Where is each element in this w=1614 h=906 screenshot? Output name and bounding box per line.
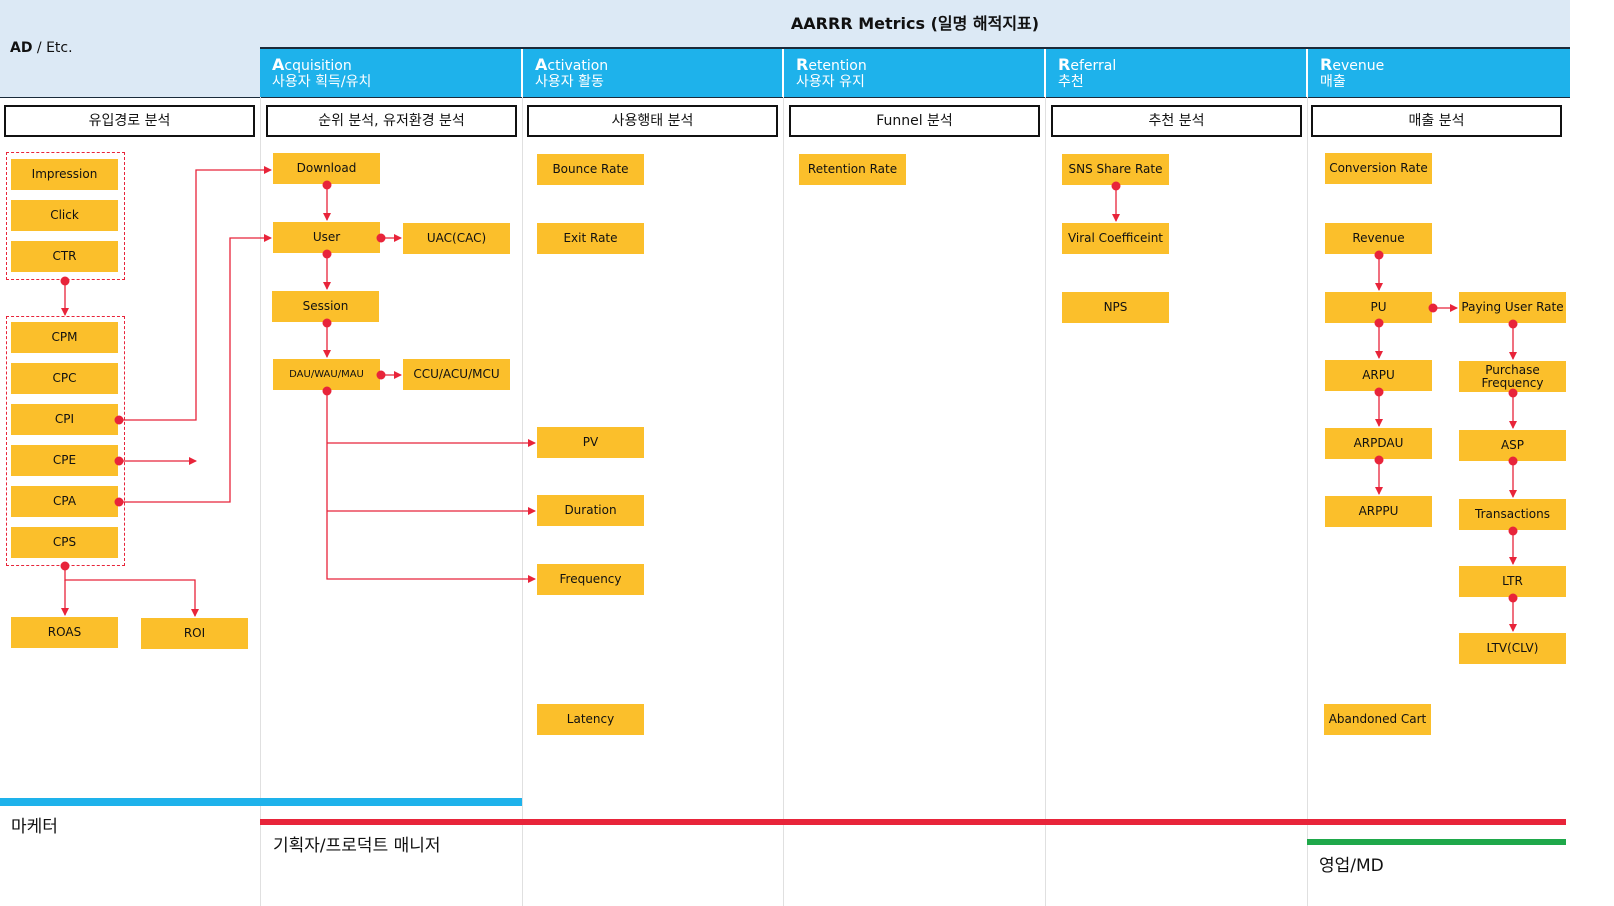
- planner-bar: [260, 819, 1566, 825]
- marketer-bar: [0, 798, 522, 806]
- connector-lines: [60, 166, 1518, 632]
- role-planner: 기획자/프로덕트 매니저: [273, 836, 441, 856]
- role-sales: 영업/MD: [1319, 856, 1384, 876]
- role-marketer: 마케터: [11, 817, 58, 837]
- sales-bar: [1307, 839, 1566, 845]
